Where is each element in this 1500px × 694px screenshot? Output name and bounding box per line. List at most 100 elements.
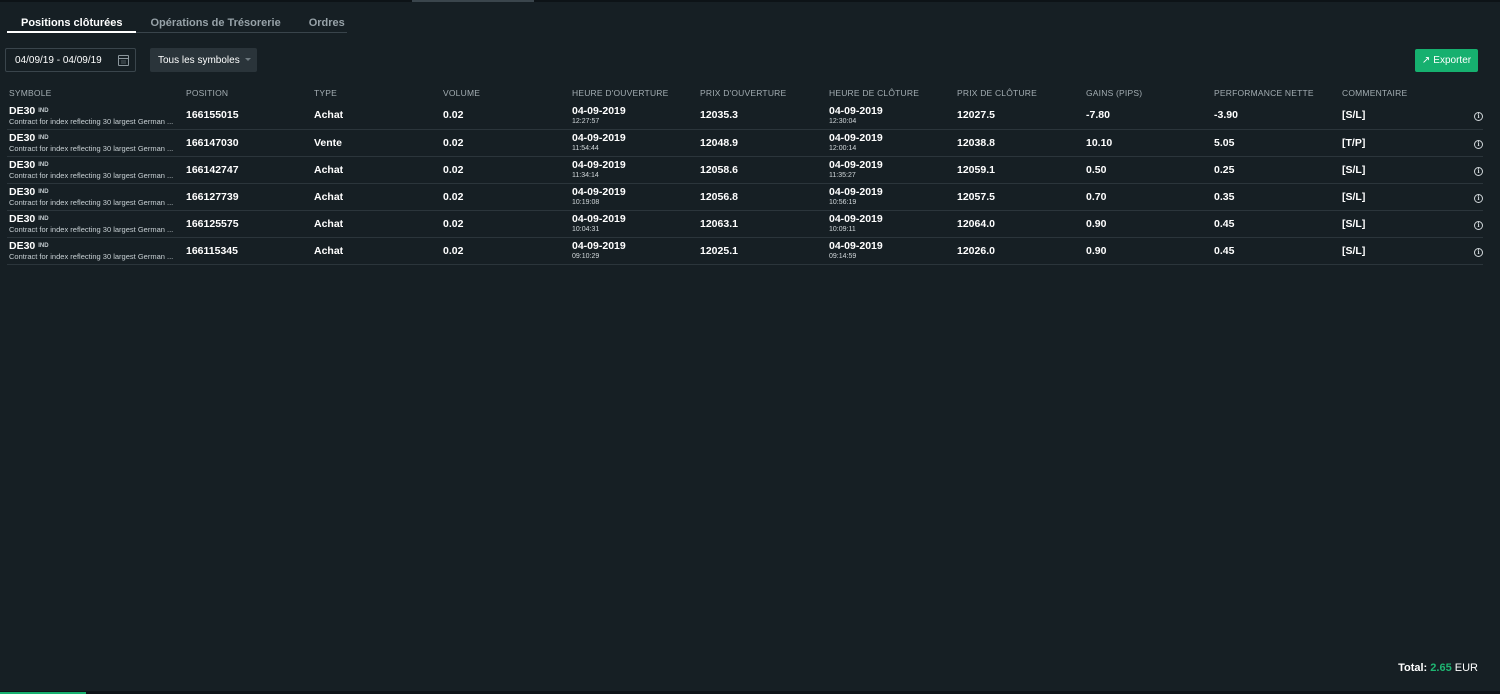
top-strip-indicator (412, 0, 534, 2)
cell-position: 166155015 (184, 102, 312, 130)
symbol-name: DE30 (9, 104, 36, 117)
cell-open-price: 12063.1 (698, 210, 827, 238)
symbol-description: Contract for index reflecting 30 largest… (9, 198, 174, 207)
top-strip (0, 0, 1500, 2)
symbol-description: Contract for index reflecting 30 largest… (9, 252, 174, 261)
open-time: 11:54:44 (572, 145, 599, 152)
cell-close-price: 12027.5 (955, 102, 1084, 130)
symbol-tag: IND (38, 216, 49, 222)
cell-volume: 0.02 (441, 102, 570, 130)
open-time: 10:19:08 (572, 199, 600, 206)
cell-close-price: 12026.0 (955, 237, 1084, 265)
col-header-symbol[interactable]: SYMBOLE (7, 84, 184, 102)
col-header-gains[interactable]: GAINS (PIPS) (1084, 84, 1212, 102)
cell-close-price: 12064.0 (955, 210, 1084, 238)
cell-close-price: 12038.8 (955, 129, 1084, 157)
col-header-comment[interactable]: COMMENTAIRE (1340, 84, 1440, 102)
symbol-tag: IND (38, 135, 49, 141)
cell-close-price: 12057.5 (955, 183, 1084, 211)
symbol-select[interactable]: Tous les symboles (150, 48, 257, 72)
cell-position: 166115345 (184, 237, 312, 265)
cell-close-time: 04-09-2019 12:00:14 (827, 129, 955, 157)
cell-gains: 0.70 (1084, 183, 1212, 211)
cell-info: i (1440, 183, 1483, 211)
tab-ordres[interactable]: Ordres (295, 10, 359, 33)
symbol-name: DE30 (9, 213, 36, 225)
info-icon[interactable]: i (1474, 112, 1483, 122)
total-value: 2.65 (1430, 662, 1452, 674)
tab-positions-cloturees[interactable]: Positions clôturées (7, 10, 137, 33)
col-header-open-time[interactable]: HEURE D'OUVERTURE (570, 84, 698, 102)
cell-comment: [T/P] (1340, 129, 1440, 157)
info-icon[interactable]: i (1474, 193, 1483, 203)
cell-position: 166127739 (184, 183, 312, 211)
cell-symbol: DE30 IND Contract for index reflecting 30 … (7, 237, 184, 265)
col-header-performance[interactable]: PERFORMANCE NETTE (1212, 84, 1340, 102)
close-date: 04-09-2019 (829, 240, 883, 252)
open-date: 04-09-2019 (572, 159, 626, 171)
cell-open-time: 04-09-2019 09:10:29 (570, 237, 698, 265)
col-header-volume[interactable]: VOLUME (441, 84, 570, 102)
cell-gains: 0.90 (1084, 210, 1212, 238)
tab-operations-tresorerie[interactable]: Opérations de Trésorerie (136, 10, 294, 33)
info-icon[interactable]: i (1474, 247, 1483, 257)
symbol-name: DE30 (9, 159, 36, 171)
cell-type: Achat (312, 102, 441, 130)
symbol-description: Contract for index reflecting 30 largest… (9, 171, 174, 180)
cell-performance: 0.35 (1212, 183, 1340, 211)
cell-symbol: DE30 IND Contract for index reflecting 30 … (7, 102, 184, 130)
cell-close-time: 04-09-2019 11:35:27 (827, 156, 955, 184)
export-button[interactable]: ↗ Exporter (1415, 49, 1478, 72)
cell-performance: 0.25 (1212, 156, 1340, 184)
close-time: 12:30:04 (829, 117, 857, 125)
col-header-position[interactable]: POSITION (184, 84, 312, 102)
info-icon[interactable]: i (1474, 139, 1483, 149)
date-range-picker[interactable]: 04/09/19 - 04/09/19 (5, 48, 136, 72)
table-row[interactable]: DE30 IND Contract for index reflecting 30 … (7, 102, 1483, 130)
table-row[interactable]: DE30 IND Contract for index reflecting 30 … (7, 237, 1483, 265)
table-row[interactable]: DE30 IND Contract for index reflecting 30 … (7, 129, 1483, 157)
export-button-label: Exporter (1433, 55, 1472, 66)
symbol-tag: IND (38, 189, 49, 195)
cell-gains: 10.10 (1084, 129, 1212, 157)
table-row[interactable]: DE30 IND Contract for index reflecting 30 … (7, 156, 1483, 184)
calendar-icon[interactable] (118, 54, 129, 66)
cell-symbol: DE30 IND Contract for index reflecting 30 … (7, 210, 184, 238)
cell-open-price: 12025.1 (698, 237, 827, 265)
col-header-actions (1440, 84, 1483, 102)
cell-performance: -3.90 (1212, 102, 1340, 130)
cell-open-price: 12048.9 (698, 129, 827, 157)
cell-open-time: 04-09-2019 11:34:14 (570, 156, 698, 184)
open-time: 09:10:29 (572, 253, 600, 260)
table-row[interactable]: DE30 IND Contract for index reflecting 30 … (7, 183, 1483, 211)
symbol-tag: IND (38, 162, 49, 168)
close-time: 10:56:19 (829, 199, 857, 206)
table-row[interactable]: DE30 IND Contract for index reflecting 30 … (7, 210, 1483, 238)
cell-info: i (1440, 129, 1483, 157)
col-header-close-price[interactable]: PRIX DE CLÔTURE (955, 84, 1084, 102)
open-time: 12:27:57 (572, 117, 600, 125)
col-header-open-price[interactable]: PRIX D'OUVERTURE (698, 84, 827, 102)
col-header-type[interactable]: TYPE (312, 84, 441, 102)
cell-volume: 0.02 (441, 237, 570, 265)
cell-close-time: 04-09-2019 10:56:19 (827, 183, 955, 211)
col-header-close-time[interactable]: HEURE DE CLÔTURE (827, 84, 955, 102)
symbol-description: Contract for index reflecting 30 largest… (9, 116, 174, 126)
cell-comment: [S/L] (1340, 102, 1440, 130)
cell-volume: 0.02 (441, 183, 570, 211)
cell-position: 166147030 (184, 129, 312, 157)
cell-comment: [S/L] (1340, 183, 1440, 211)
info-icon[interactable]: i (1474, 220, 1483, 230)
cell-close-price: 12059.1 (955, 156, 1084, 184)
cell-comment: [S/L] (1340, 210, 1440, 238)
close-date: 04-09-2019 (829, 104, 883, 117)
cell-performance: 5.05 (1212, 129, 1340, 157)
open-date: 04-09-2019 (572, 213, 626, 225)
symbol-description: Contract for index reflecting 30 largest… (9, 144, 174, 153)
info-icon[interactable]: i (1474, 166, 1483, 176)
open-date: 04-09-2019 (572, 104, 626, 117)
close-time: 11:35:27 (829, 172, 856, 179)
cell-position: 166125575 (184, 210, 312, 238)
cell-symbol: DE30 IND Contract for index reflecting 30 … (7, 129, 184, 157)
open-date: 04-09-2019 (572, 240, 626, 252)
